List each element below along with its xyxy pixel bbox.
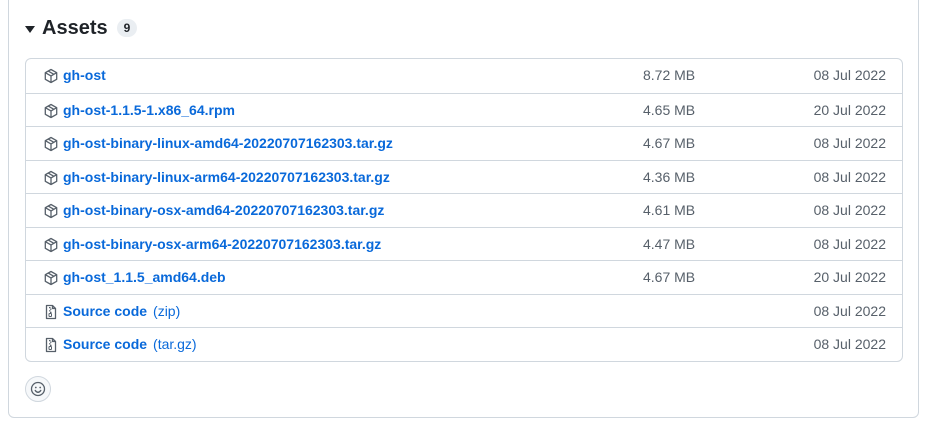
asset-size: 4.47 MB <box>643 235 696 252</box>
asset-link-label[interactable]: Source code <box>63 303 147 319</box>
asset-row: gh-ost 8.72 MB 08 Jul 2022 <box>26 59 902 93</box>
asset-size: 4.61 MB <box>643 202 696 218</box>
file-zip-icon <box>45 304 57 319</box>
asset-row: gh-ost-binary-linux-amd64-20220707162303… <box>26 126 902 160</box>
asset-date: 08 Jul 2022 <box>813 168 886 185</box>
asset-link-suffix[interactable]: (tar.gz) <box>153 336 197 352</box>
asset-link[interactable]: gh-ost-binary-linux-amd64-20220707162303… <box>63 135 393 151</box>
asset-size: 4.36 MB <box>643 168 696 185</box>
asset-link[interactable]: gh-ost-1.1.5-1.x86_64.rpm <box>63 102 235 118</box>
triangle-down-icon[interactable] <box>25 25 35 33</box>
asset-date: 08 Jul 2022 <box>813 235 886 252</box>
asset-link[interactable]: gh-ost_1.1.5_amd64.deb <box>63 269 226 285</box>
asset-date: 08 Jul 2022 <box>813 67 886 83</box>
asset-size: 8.72 MB <box>643 67 696 83</box>
add-reaction-button[interactable] <box>25 376 51 402</box>
assets-list: gh-ost 8.72 MB 08 Jul 2022 gh-ost-1.1.5-… <box>25 58 903 362</box>
asset-link[interactable]: gh-ost-binary-osx-arm64-20220707162303.t… <box>63 236 381 252</box>
asset-date: 08 Jul 2022 <box>813 336 886 352</box>
asset-link-label[interactable]: Source code <box>63 336 147 352</box>
asset-date: 08 Jul 2022 <box>813 302 886 319</box>
file-zip-icon <box>45 337 57 353</box>
asset-row: gh-ost_1.1.5_amd64.deb 4.67 MB 20 Jul 20… <box>26 260 902 294</box>
asset-row: gh-ost-binary-linux-arm64-20220707162303… <box>26 159 902 194</box>
asset-date: 20 Jul 2022 <box>813 101 886 118</box>
source-code-targz-link[interactable]: Source code (tar.gz) <box>63 336 197 352</box>
package-icon <box>44 68 58 84</box>
asset-link[interactable]: gh-ost-binary-osx-amd64-20220707162303.t… <box>63 202 384 218</box>
assets-title: Assets <box>42 16 108 39</box>
asset-row: Source code (zip) 08 Jul 2022 <box>26 293 902 328</box>
package-icon <box>44 170 58 185</box>
asset-size: 4.67 MB <box>643 269 696 285</box>
asset-link[interactable]: gh-ost <box>63 67 106 83</box>
source-code-zip-link[interactable]: Source code (zip) <box>63 303 180 319</box>
asset-row: gh-ost-1.1.5-1.x86_64.rpm 4.65 MB 20 Jul… <box>26 92 902 127</box>
asset-size: 4.65 MB <box>643 101 696 118</box>
asset-link[interactable]: gh-ost-binary-linux-arm64-20220707162303… <box>63 169 390 185</box>
asset-row: gh-ost-binary-osx-arm64-20220707162303.t… <box>26 226 902 261</box>
package-icon <box>44 203 58 219</box>
asset-date: 20 Jul 2022 <box>813 269 886 285</box>
package-icon <box>44 103 58 118</box>
asset-row: Source code (tar.gz) 08 Jul 2022 <box>26 327 902 361</box>
asset-row: gh-ost-binary-osx-amd64-20220707162303.t… <box>26 193 902 227</box>
assets-count-badge: 9 <box>116 19 138 37</box>
package-icon <box>44 237 58 252</box>
package-icon <box>44 136 58 152</box>
asset-link-suffix[interactable]: (zip) <box>153 303 180 319</box>
assets-header[interactable]: Assets 9 <box>25 14 138 42</box>
asset-date: 08 Jul 2022 <box>813 202 886 218</box>
asset-date: 08 Jul 2022 <box>813 135 886 151</box>
asset-size: 4.67 MB <box>643 135 696 151</box>
package-icon <box>44 270 58 286</box>
smiley-icon <box>30 381 46 397</box>
